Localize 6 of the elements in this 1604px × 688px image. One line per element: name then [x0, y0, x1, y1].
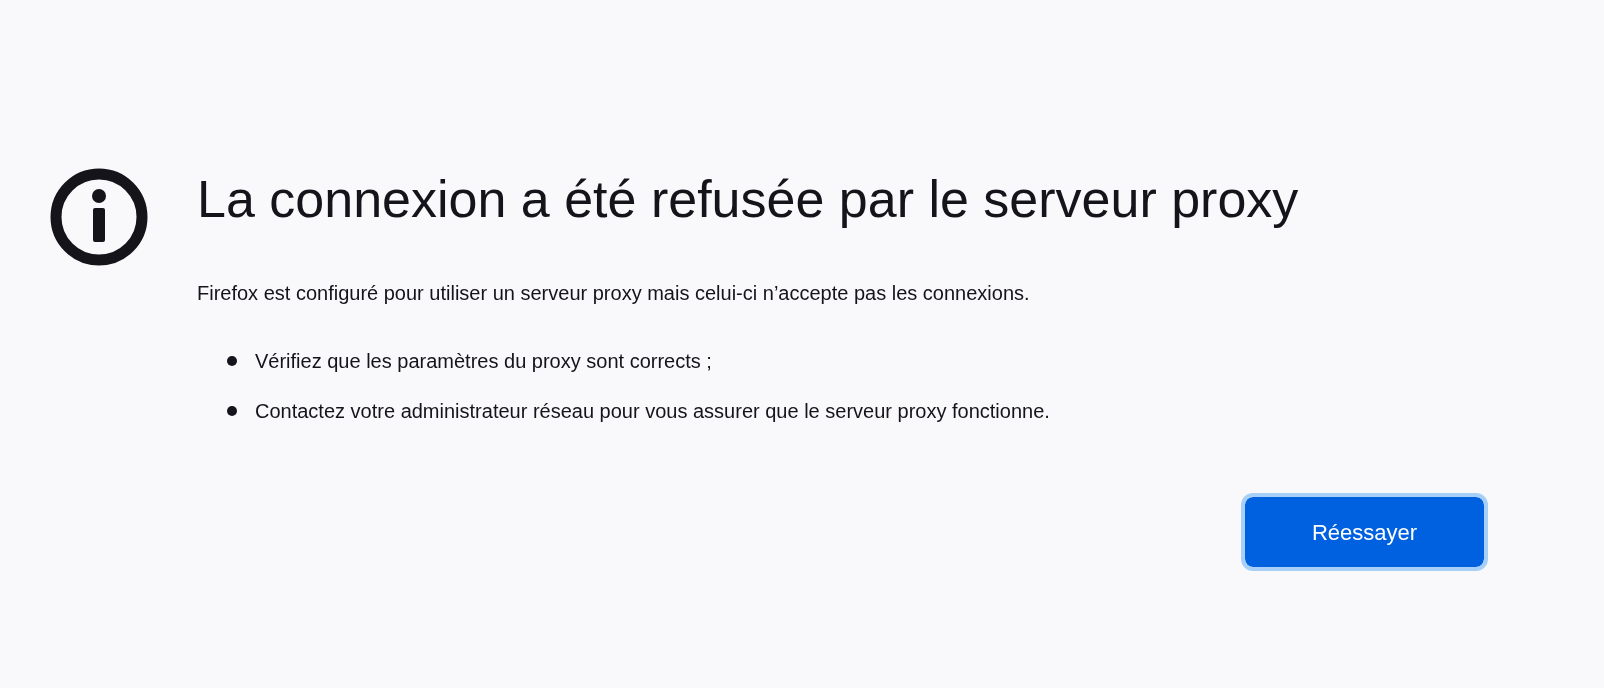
bullet-icon	[227, 406, 237, 416]
error-description: Firefox est configuré pour utiliser un serveur proxy mais celui-ci n’accepte pas les connexions.	[197, 281, 1031, 306]
suggestion-text: Contactez votre administrateur réseau pour vous assurer que le serveur proxy fonctionne.	[255, 399, 1050, 424]
error-title: La connexion a été refusée par le serveur proxy	[197, 169, 1300, 230]
suggestion-text: Vérifiez que les paramètres du proxy sont corrects ;	[255, 349, 712, 374]
bullet-icon	[227, 356, 237, 366]
